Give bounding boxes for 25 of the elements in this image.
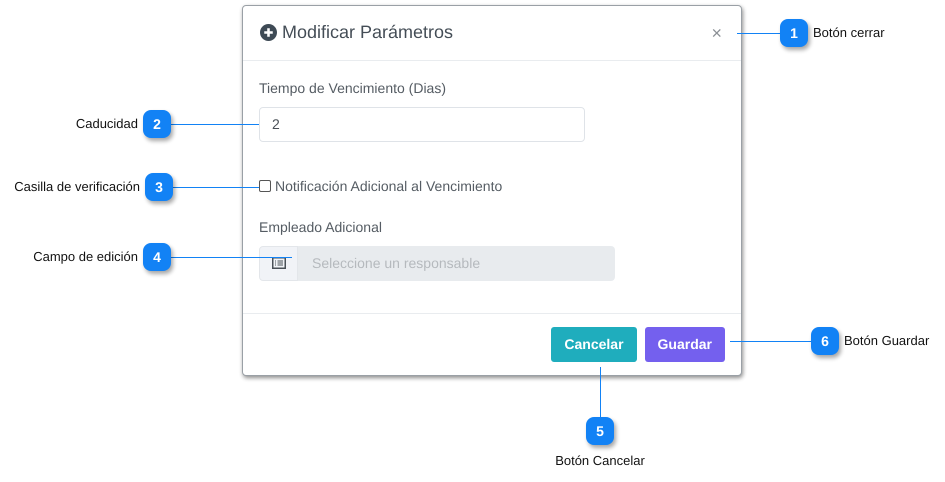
callout-badge: 3 (145, 173, 173, 201)
callout-label: Campo de edición (33, 248, 138, 266)
callout-badge: 2 (143, 110, 171, 138)
leader-line (737, 33, 781, 34)
plus-circle-icon (260, 24, 277, 42)
leader-line (600, 367, 601, 418)
dialog-title: Modificar Parámetros (282, 21, 454, 44)
list-icon[interactable] (259, 246, 298, 281)
callout-badge: 6 (811, 327, 839, 355)
callout-label: Casilla de verificación (14, 178, 140, 196)
field-label: Tiempo de Vencimiento (Dias) (259, 78, 448, 98)
cancel-button[interactable]: Cancelar (551, 326, 637, 362)
input-field[interactable]: 2 (259, 106, 585, 142)
field-label: Empleado Adicional (259, 218, 383, 237)
callout-label: Botón Cancelar (555, 452, 645, 470)
callout-label: Botón cerrar (813, 24, 885, 42)
save-button[interactable]: Guardar (644, 326, 725, 362)
callout-label: Caducidad (76, 115, 138, 134)
checkbox-label: Notificación Adicional al Vencimiento (275, 176, 502, 196)
callout-badge: 1 (780, 19, 808, 47)
callout-label: Botón Guardar (844, 332, 930, 350)
close-button[interactable]: × (711, 24, 722, 42)
callout-badge: 4 (143, 243, 171, 271)
callout-badge: 5 (586, 417, 614, 445)
checkbox[interactable] (259, 180, 271, 192)
